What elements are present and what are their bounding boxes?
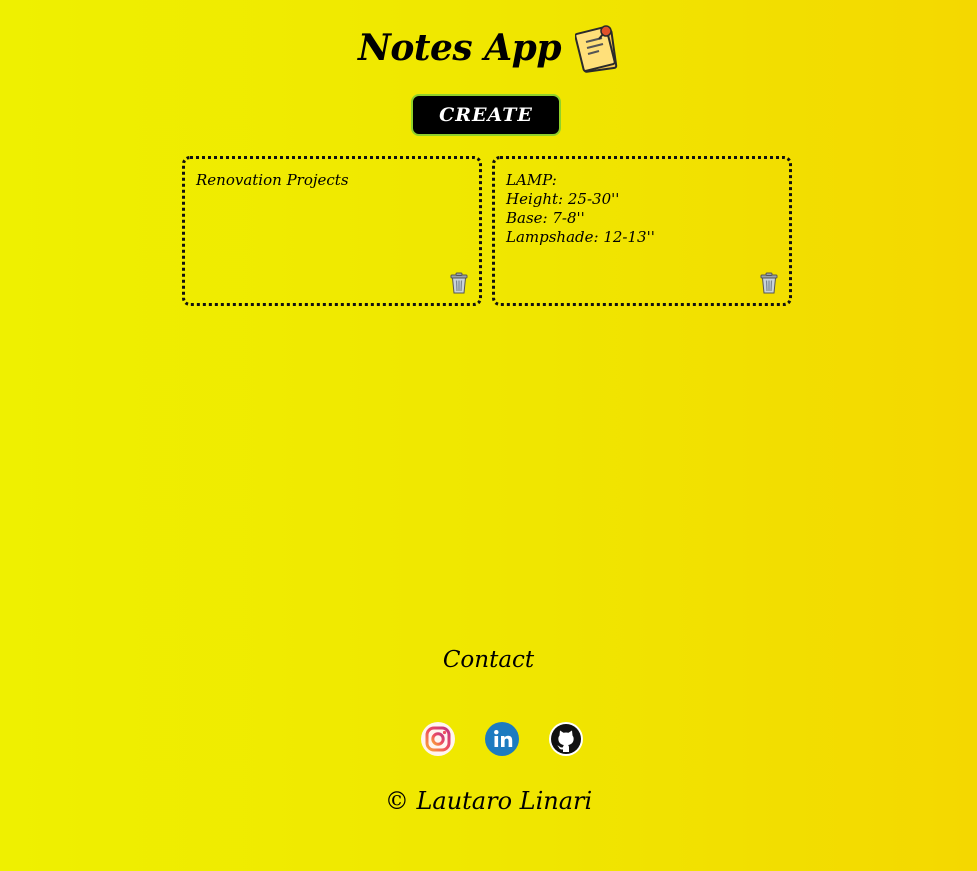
copyright-text: © Lautaro Linari bbox=[384, 787, 593, 815]
linkedin-icon[interactable] bbox=[484, 721, 520, 757]
trash-icon[interactable] bbox=[759, 272, 779, 294]
trash-icon[interactable] bbox=[449, 272, 469, 294]
note-text: Renovation Projects bbox=[196, 171, 349, 189]
contact-heading: Contact bbox=[442, 647, 535, 673]
social-links bbox=[420, 721, 584, 757]
note-text: LAMP: bbox=[506, 171, 557, 189]
note-text: Height: 25-30'' bbox=[506, 190, 620, 208]
pinned-note-icon bbox=[575, 25, 618, 73]
note-text: Base: 7-8'' bbox=[506, 209, 585, 227]
note-text: Lampshade: 12-13'' bbox=[506, 228, 655, 246]
app-title: Notes App bbox=[357, 27, 562, 69]
create-button[interactable]: CREATE bbox=[411, 94, 561, 136]
github-icon[interactable] bbox=[548, 721, 584, 757]
header: Notes App bbox=[0, 22, 977, 74]
instagram-icon[interactable] bbox=[420, 721, 456, 757]
note-card[interactable]: Renovation Projects bbox=[182, 156, 482, 306]
note-card[interactable]: LAMP: Height: 25-30'' Base: 7-8'' Lampsh… bbox=[492, 156, 792, 306]
